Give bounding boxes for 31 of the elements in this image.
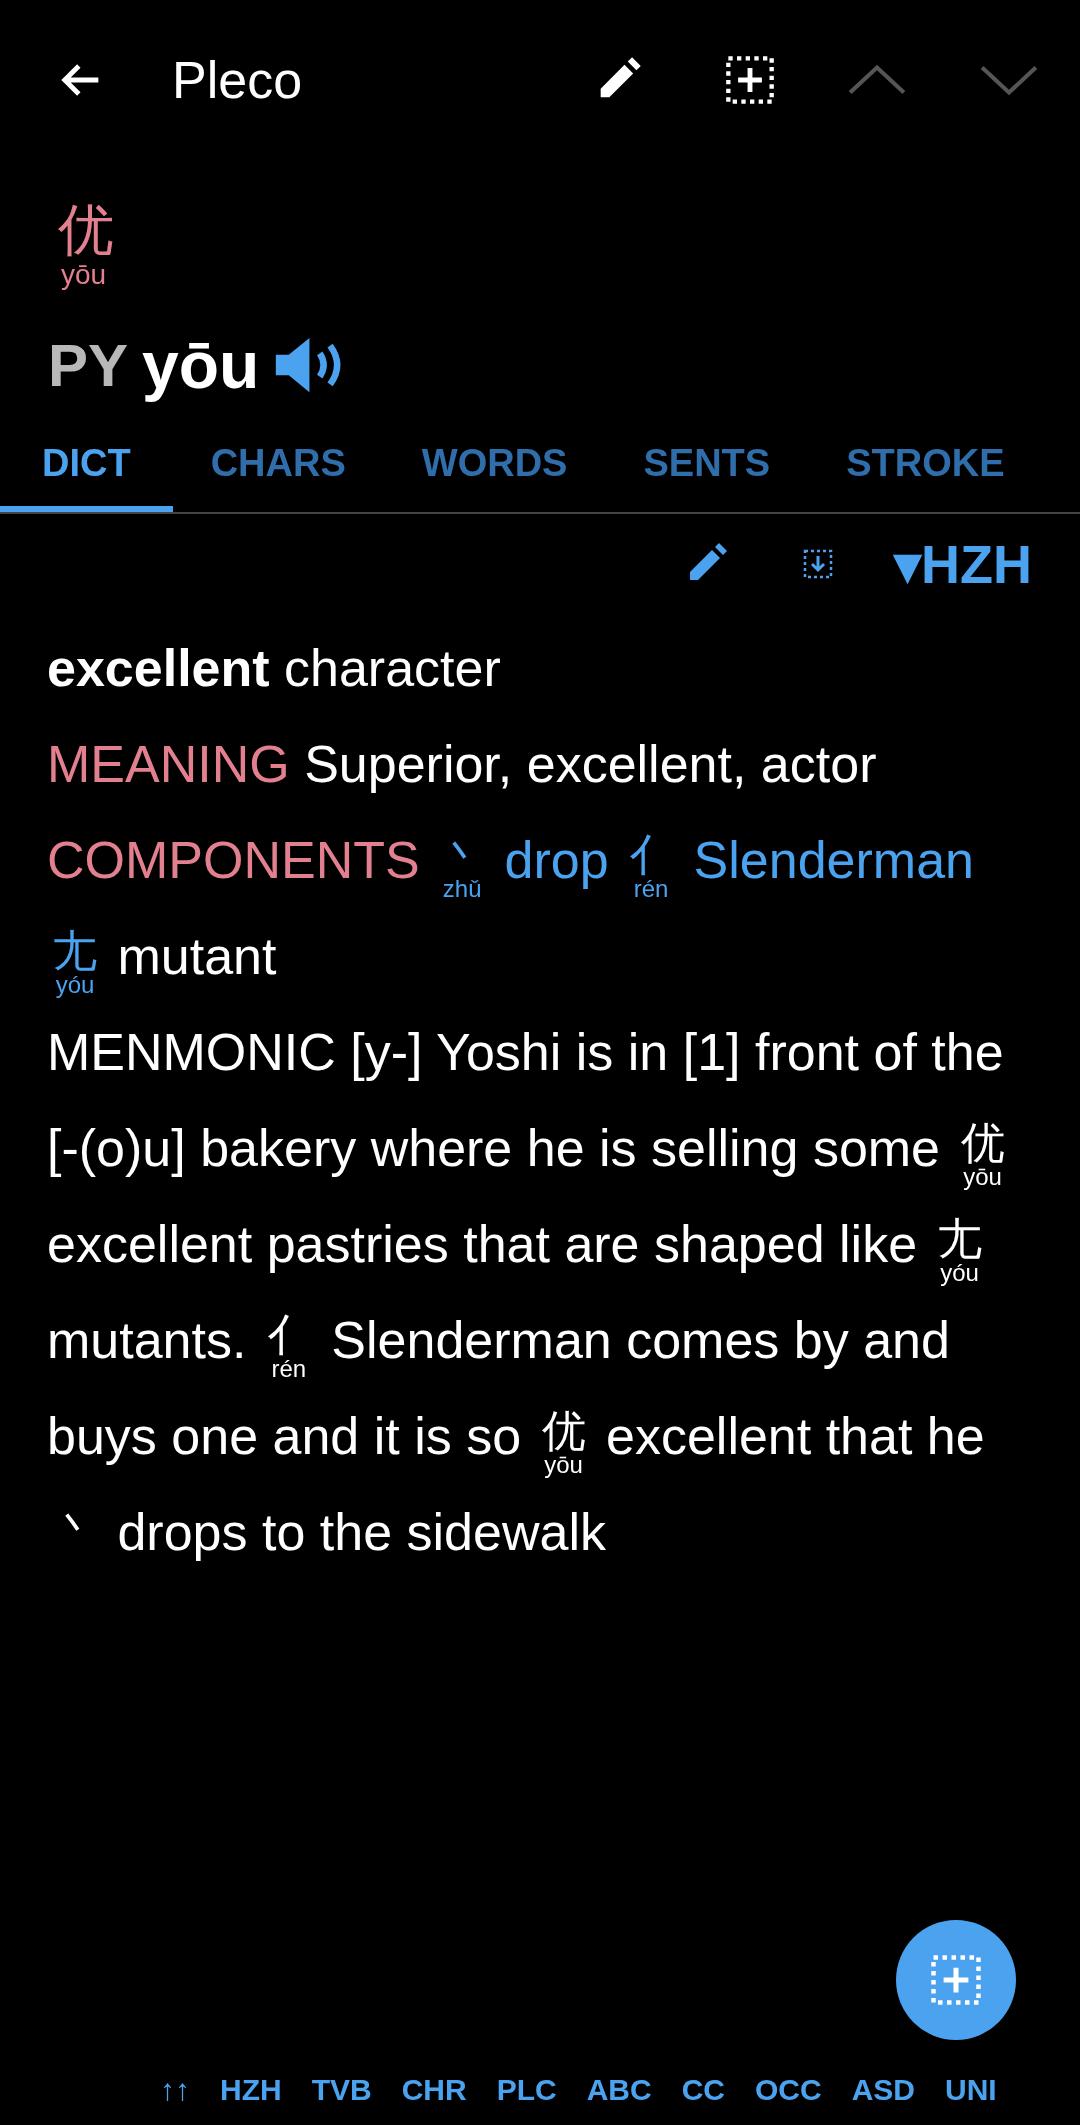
dictionary-link[interactable]: CC — [681, 2073, 725, 2107]
definition-text: excellent character — [47, 638, 502, 699]
component-link[interactable]: drop — [504, 831, 609, 889]
add-flashcard-icon — [929, 1953, 983, 2007]
tab[interactable]: SENTS — [613, 420, 801, 512]
tab[interactable]: DICT — [0, 420, 173, 512]
dictionary-link[interactable]: UNI — [945, 2073, 997, 2107]
dictionary-link[interactable]: ASD — [851, 2073, 915, 2107]
jump-to-top-link[interactable]: ↑↑ — [160, 2073, 190, 2107]
dictionary-link[interactable]: TVB — [311, 2073, 372, 2107]
dictionary-link[interactable]: HZH — [220, 2073, 282, 2107]
dictionary-link[interactable]: PLC — [496, 2073, 557, 2107]
component-link[interactable]: Slenderman — [693, 831, 974, 889]
pinyin-reading: yōu — [142, 327, 260, 403]
headword-pinyin: yōu — [61, 260, 107, 290]
dictionary-selector[interactable]: ▾HZH — [894, 532, 1032, 596]
dictionary-link[interactable]: CHR — [401, 2073, 467, 2107]
definition-text: MEANING Superior, excellent, actor — [47, 734, 878, 795]
character-link[interactable]: 尢 yóu — [53, 929, 97, 997]
dictionary-link[interactable]: ABC — [586, 2073, 652, 2107]
headword-character: 优 — [58, 200, 114, 260]
download-box-icon[interactable] — [802, 548, 834, 580]
dictionary-link[interactable]: OCC — [755, 2073, 822, 2107]
app-title: Pleco — [172, 50, 303, 110]
tab[interactable]: CHARS — [180, 420, 376, 512]
tab[interactable]: WORDS — [391, 420, 598, 512]
add-flashcard-icon[interactable] — [724, 54, 776, 106]
character-link[interactable]: 丶 zhǔ — [440, 833, 485, 901]
character-link[interactable]: 亻 rén — [629, 833, 674, 901]
pinyin-label: PY — [48, 330, 129, 400]
tab[interactable]: STROKE — [816, 420, 1035, 512]
